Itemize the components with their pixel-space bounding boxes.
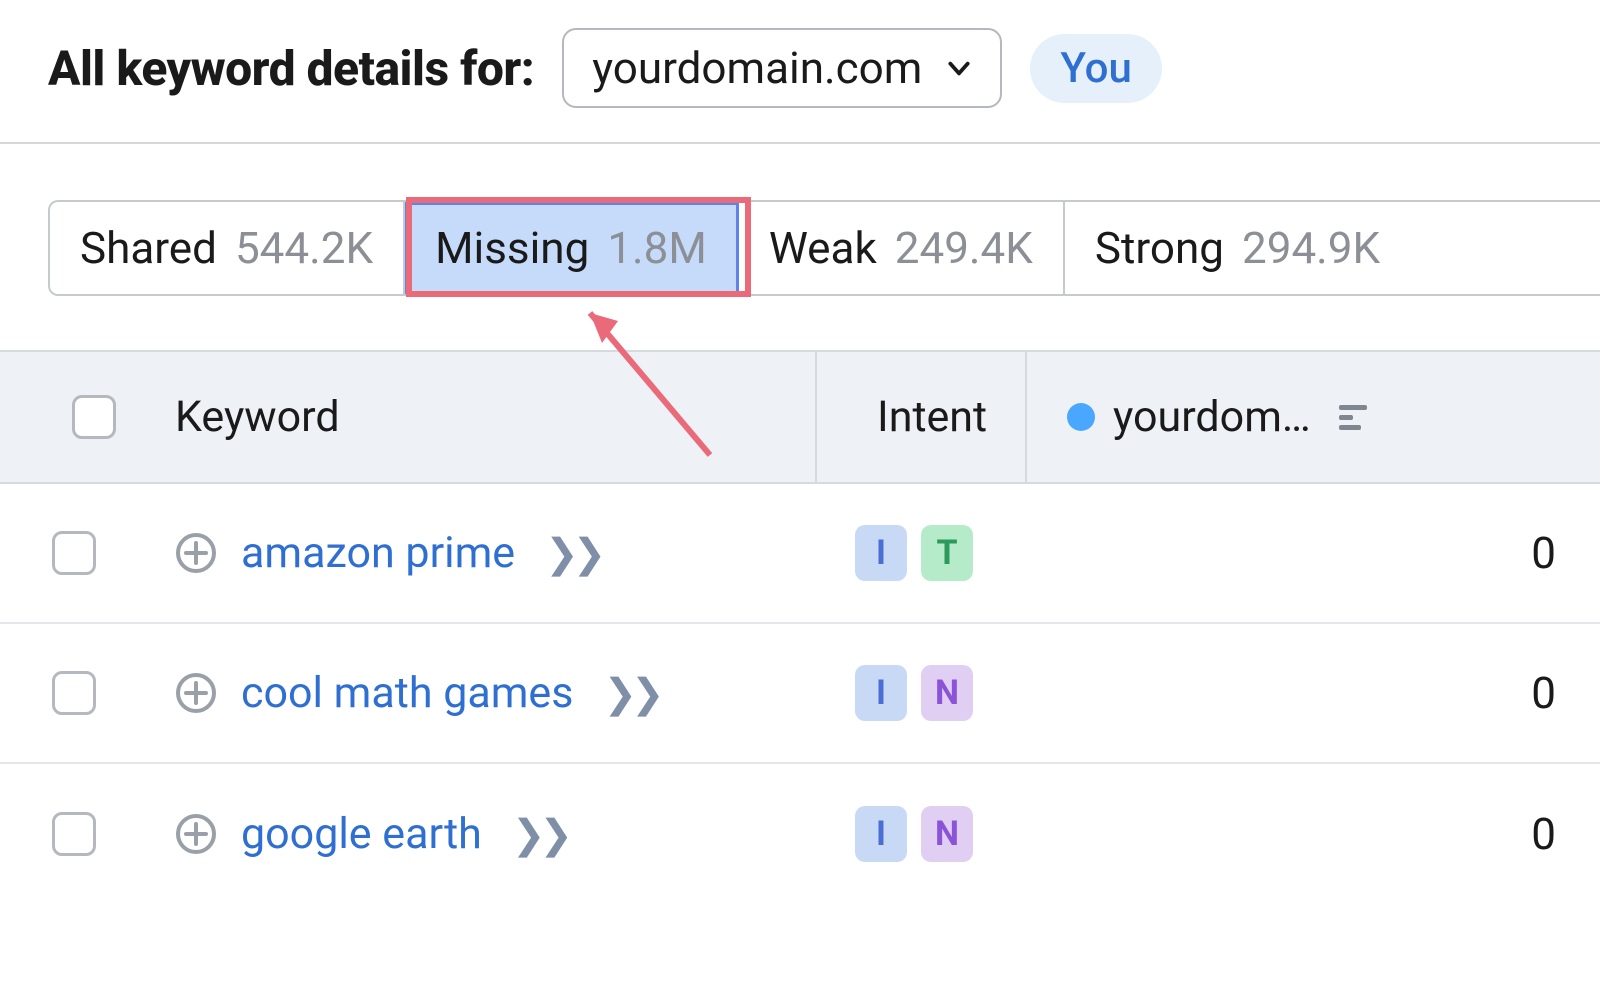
- table-header-row: Keyword Intent yourdom…: [0, 350, 1600, 484]
- keyword-link[interactable]: amazon prime: [241, 528, 515, 578]
- table-row: google earth ❯❯ I N 0: [0, 764, 1600, 904]
- tab-count: 1.8M: [607, 222, 706, 274]
- page-title: All keyword details for:: [48, 40, 534, 97]
- row-checkbox[interactable]: [52, 812, 96, 856]
- chevron-right-icon: ❯❯: [545, 530, 600, 577]
- column-header-keyword[interactable]: Keyword: [135, 392, 815, 442]
- sort-bars-icon: [1339, 403, 1371, 431]
- chevron-right-icon: ❯❯: [512, 811, 567, 858]
- keyword-link[interactable]: google earth: [241, 809, 482, 859]
- chevron-right-icon: ❯❯: [603, 670, 658, 717]
- tab-label: Weak: [769, 222, 877, 274]
- add-keyword-icon[interactable]: [175, 672, 217, 714]
- tab-count: 249.4K: [895, 222, 1033, 274]
- tab-count: 294.9K: [1242, 222, 1380, 274]
- column-header-intent[interactable]: Intent: [815, 352, 1025, 482]
- domain-value: 0: [1025, 808, 1600, 860]
- column-header-domain-label: yourdom…: [1113, 392, 1311, 442]
- intent-cell: I N: [815, 665, 1025, 721]
- table-row: cool math games ❯❯ I N 0: [0, 624, 1600, 764]
- intent-badge-informational: I: [855, 665, 907, 721]
- tab-missing[interactable]: Missing 1.8M: [405, 202, 739, 294]
- you-pill[interactable]: You: [1030, 34, 1162, 103]
- keyword-link[interactable]: cool math games: [241, 668, 573, 718]
- tab-bar: Shared 544.2K Missing 1.8M Weak 249.4K S…: [48, 200, 1600, 296]
- tab-strong[interactable]: Strong 294.9K: [1065, 202, 1410, 294]
- intent-cell: I T: [815, 525, 1025, 581]
- column-header-domain[interactable]: yourdom…: [1025, 352, 1600, 482]
- tab-weak[interactable]: Weak 249.4K: [739, 202, 1065, 294]
- domain-value: 0: [1025, 527, 1600, 579]
- intent-badge-informational: I: [855, 525, 907, 581]
- keyword-table: Keyword Intent yourdom… amazon prime ❯❯: [0, 350, 1600, 904]
- page-header: All keyword details for: yourdomain.com …: [0, 0, 1600, 144]
- domain-selector-value: yourdomain.com: [592, 42, 922, 94]
- tab-shared[interactable]: Shared 544.2K: [50, 202, 405, 294]
- domain-selector[interactable]: yourdomain.com: [562, 28, 1002, 108]
- table-row: amazon prime ❯❯ I T 0: [0, 484, 1600, 624]
- intent-cell: I N: [815, 806, 1025, 862]
- add-keyword-icon[interactable]: [175, 813, 217, 855]
- row-checkbox[interactable]: [52, 671, 96, 715]
- tab-count: 544.2K: [235, 222, 373, 274]
- tab-label: Missing: [435, 222, 589, 274]
- add-keyword-icon[interactable]: [175, 532, 217, 574]
- row-checkbox[interactable]: [52, 531, 96, 575]
- tab-label: Strong: [1095, 222, 1224, 274]
- intent-badge-transactional: T: [921, 525, 973, 581]
- domain-dot-icon: [1067, 403, 1095, 431]
- select-all-checkbox[interactable]: [72, 395, 116, 439]
- intent-badge-navigational: N: [921, 806, 973, 862]
- chevron-down-icon: [946, 55, 972, 81]
- intent-badge-informational: I: [855, 806, 907, 862]
- intent-badge-navigational: N: [921, 665, 973, 721]
- tab-label: Shared: [80, 222, 217, 274]
- domain-value: 0: [1025, 667, 1600, 719]
